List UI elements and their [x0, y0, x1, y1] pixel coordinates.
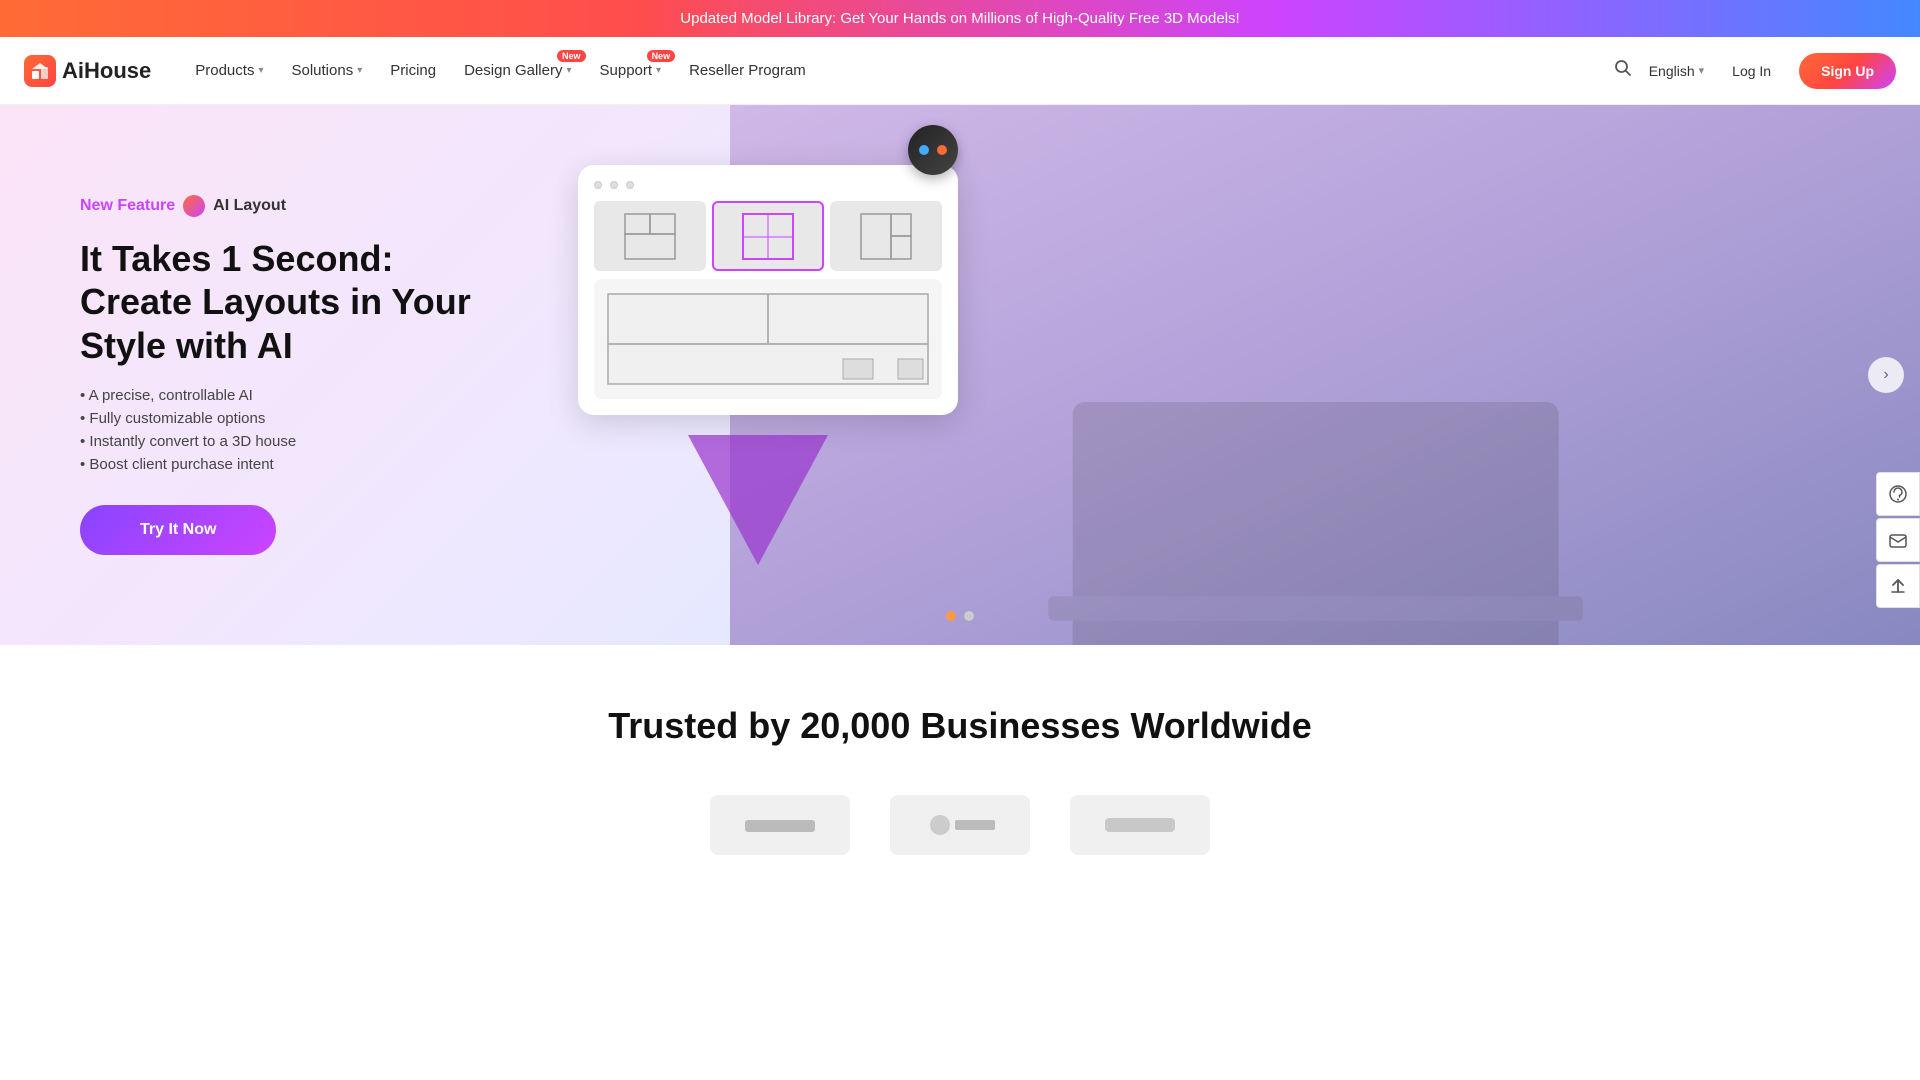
trusted-section: Trusted by 20,000 Businesses Worldwide [0, 645, 1920, 895]
logo[interactable]: AiHouse [24, 55, 151, 87]
navbar: AiHouse Products ▾ Solutions ▾ Pricing N… [0, 37, 1920, 105]
badge-new-support: New [647, 50, 676, 62]
robot-eyes [919, 145, 947, 155]
nav-item-reseller[interactable]: Reseller Program [677, 54, 818, 87]
ai-layout-label: AI Layout [213, 197, 286, 215]
badge-new-design-gallery: New [557, 50, 586, 62]
floor-plan-thumb [594, 201, 706, 271]
chevron-down-icon: ▾ [258, 65, 263, 76]
robot-eye-orange [937, 145, 947, 155]
floor-plan-thumb [712, 201, 824, 271]
nav-item-solutions[interactable]: Solutions ▾ [279, 54, 374, 87]
floor-plan-grid [594, 201, 942, 271]
support-side-button[interactable] [1876, 472, 1920, 516]
hero-bullet-1: • A precise, controllable AI [80, 387, 480, 404]
trusted-title: Trusted by 20,000 Businesses Worldwide [80, 705, 1840, 747]
trusted-logos [80, 795, 1840, 855]
hero-title: It Takes 1 Second: Create Layouts in You… [80, 237, 480, 367]
new-feature-label: New Feature [80, 197, 175, 215]
card-dot [626, 181, 634, 189]
nav-label-support: Support [600, 62, 653, 79]
carousel-dot-1[interactable] [946, 611, 956, 621]
language-selector[interactable]: English ▾ [1649, 63, 1704, 79]
robot-eye-blue [919, 145, 929, 155]
card-header [594, 181, 942, 189]
nav-item-design-gallery[interactable]: New Design Gallery ▾ [452, 54, 583, 87]
banner-text: Updated Model Library: Get Your Hands on… [680, 10, 1239, 27]
side-buttons [1876, 472, 1920, 608]
card-dot [610, 181, 618, 189]
floor-plan-thumb [830, 201, 942, 271]
nav-links: Products ▾ Solutions ▾ Pricing New Desig… [183, 54, 1612, 87]
hero-content: New Feature AI Layout It Takes 1 Second:… [0, 135, 560, 615]
feature-tag: New Feature AI Layout [80, 195, 480, 217]
hero-bullet-4: • Boost client purchase intent [80, 456, 480, 473]
scroll-to-top-button[interactable] [1876, 564, 1920, 608]
hero-section: New Feature AI Layout It Takes 1 Second:… [0, 105, 1920, 645]
robot-mascot [908, 125, 958, 175]
nav-right: English ▾ Log In Sign Up [1613, 53, 1896, 89]
nav-item-support[interactable]: New Support ▾ [588, 54, 674, 87]
brand-logo-2 [890, 795, 1030, 855]
nav-item-pricing[interactable]: Pricing [378, 54, 448, 87]
login-button[interactable]: Log In [1720, 57, 1783, 85]
logo-text: AiHouse [62, 58, 151, 84]
chevron-down-icon: ▾ [1699, 64, 1705, 77]
nav-label-design-gallery: Design Gallery [464, 62, 562, 79]
hero-bullets: • A precise, controllable AI • Fully cus… [80, 387, 480, 473]
nav-label-pricing: Pricing [390, 62, 436, 79]
nav-label-products: Products [195, 62, 254, 79]
carousel-dot-2[interactable] [964, 611, 974, 621]
hero-bullet-3: • Instantly convert to a 3D house [80, 433, 480, 450]
logo-icon [24, 55, 56, 87]
brand-logo-3 [1070, 795, 1210, 855]
nav-item-products[interactable]: Products ▾ [183, 54, 275, 87]
brand-logo-1 [710, 795, 850, 855]
mail-side-button[interactable] [1876, 518, 1920, 562]
hero-bullet-2: • Fully customizable options [80, 410, 480, 427]
triangle-decoration [688, 435, 828, 565]
floating-ui-card [578, 165, 958, 415]
floor-plan-main [594, 279, 942, 399]
language-label: English [1649, 63, 1695, 79]
carousel-dots [946, 611, 974, 621]
next-slide-arrow[interactable]: › [1868, 357, 1904, 393]
chevron-down-icon: ▾ [566, 65, 571, 76]
top-banner[interactable]: Updated Model Library: Get Your Hands on… [0, 0, 1920, 37]
try-it-now-button[interactable]: Try It Now [80, 505, 276, 555]
search-icon[interactable] [1613, 58, 1633, 83]
chevron-down-icon: ▾ [656, 65, 661, 76]
nav-label-solutions: Solutions [291, 62, 353, 79]
card-dot [594, 181, 602, 189]
ai-icon [183, 195, 205, 217]
chevron-down-icon: ▾ [357, 65, 362, 76]
nav-label-reseller: Reseller Program [689, 62, 806, 79]
signup-button[interactable]: Sign Up [1799, 53, 1896, 89]
